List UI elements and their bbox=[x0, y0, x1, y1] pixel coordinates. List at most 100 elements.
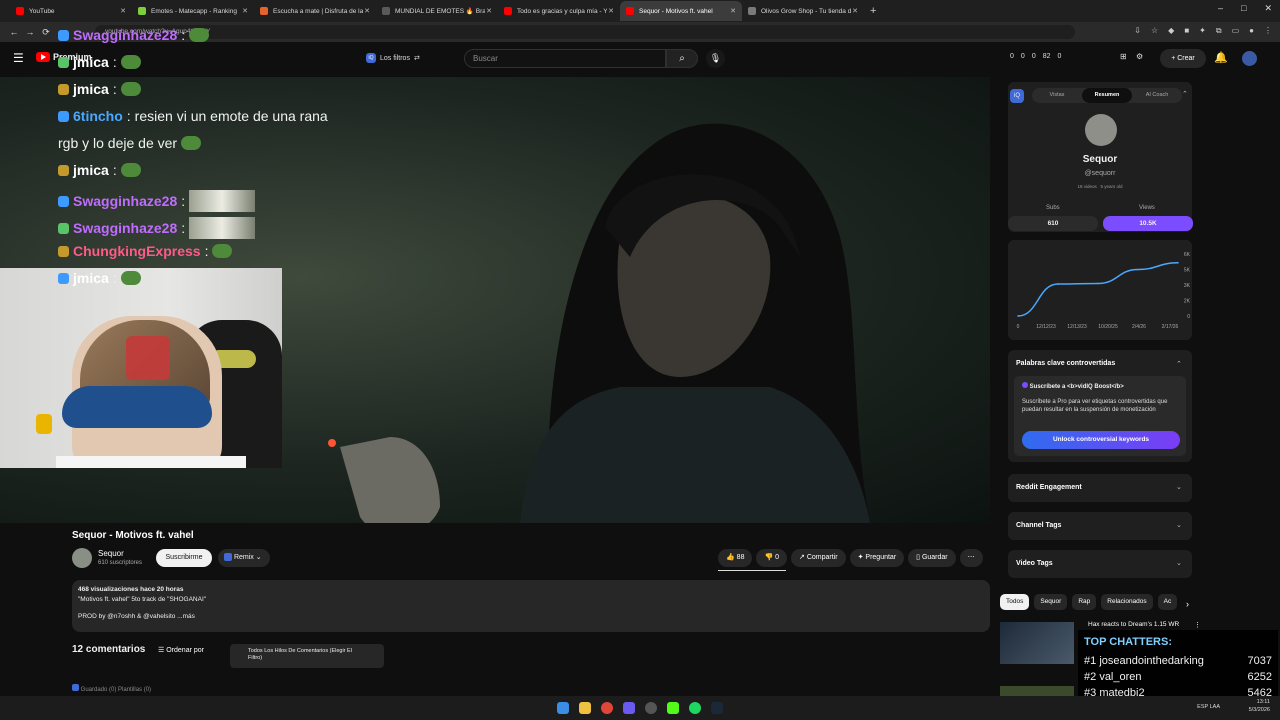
settings-icon[interactable]: ⚙ bbox=[1136, 52, 1143, 61]
puzzle-icon[interactable]: ⧉ bbox=[1216, 26, 1222, 36]
vidiq-stat: 0 bbox=[1010, 53, 1014, 60]
browser-tab[interactable]: Sequor - Motivos ft. vahel ✕ bbox=[620, 1, 742, 21]
chevron-up-icon[interactable]: ⌃ bbox=[1182, 90, 1188, 98]
chevron-right-icon[interactable]: › bbox=[1186, 599, 1189, 609]
saved-templates-label[interactable]: Guardado (0) Plantillas (0) bbox=[81, 687, 151, 693]
file-explorer-icon[interactable] bbox=[579, 702, 591, 714]
thumbs-up-icon: 👍 bbox=[726, 554, 737, 561]
extension-icon[interactable]: ⊞ bbox=[1120, 52, 1127, 61]
user-badge-icon bbox=[58, 245, 69, 257]
extension-icon[interactable]: ✦ bbox=[1199, 26, 1206, 36]
install-icon[interactable]: ⇩ bbox=[1134, 26, 1141, 36]
url-input[interactable]: youtube.com/watch?v=Agup4tiKCkY bbox=[95, 25, 1075, 39]
channel-name[interactable]: Sequor bbox=[98, 549, 124, 558]
chevron-up-icon[interactable]: ⌃ bbox=[1176, 360, 1182, 368]
create-button[interactable]: + Crear bbox=[1160, 49, 1206, 68]
unlock-keywords-button[interactable]: Unlock controversial keywords bbox=[1022, 431, 1180, 449]
tab-close-icon[interactable]: ✕ bbox=[730, 7, 736, 15]
tab-close-icon[interactable]: ✕ bbox=[608, 7, 614, 15]
hamburger-icon[interactable]: ☰ bbox=[13, 51, 24, 65]
account-avatar[interactable] bbox=[1242, 51, 1257, 66]
channel-tags-card[interactable]: Channel Tags ⌄ bbox=[1008, 512, 1192, 540]
more-actions-button[interactable]: ⋯ bbox=[959, 549, 983, 567]
video-description[interactable]: 468 visualizaciones hace 20 horas "Motiv… bbox=[72, 580, 990, 632]
bookmark-star-icon[interactable]: ☆ bbox=[1151, 26, 1158, 36]
next-video-thumbnail[interactable] bbox=[1000, 622, 1074, 664]
share-button[interactable]: ↗ Compartir bbox=[791, 549, 846, 567]
search-input[interactable]: Buscar bbox=[464, 49, 666, 68]
panel-tab-resumen[interactable]: Resumen bbox=[1082, 88, 1132, 103]
clock-time: 13:11 bbox=[1256, 699, 1270, 705]
extension-icon[interactable]: ■ bbox=[1184, 26, 1189, 36]
voice-search-button[interactable]: 🎙 bbox=[706, 49, 725, 68]
more-vert-icon[interactable]: ⋮ bbox=[1194, 621, 1201, 629]
filter-chip[interactable]: Todos bbox=[1000, 594, 1030, 610]
dislike-button[interactable]: 👎 0 bbox=[756, 549, 788, 567]
tab-close-icon[interactable]: ✕ bbox=[486, 7, 492, 15]
browser-tab[interactable]: Todo es gracias y culpa mía - Y ✕ bbox=[498, 1, 620, 21]
profile-icon[interactable]: ● bbox=[1249, 26, 1254, 36]
forward-icon[interactable]: → bbox=[22, 27, 38, 37]
tab-close-icon[interactable]: ✕ bbox=[364, 7, 370, 15]
discord-icon[interactable] bbox=[623, 702, 635, 714]
obs-icon[interactable] bbox=[645, 702, 657, 714]
like-button[interactable]: 👍 88 bbox=[718, 549, 753, 567]
extension-icon[interactable]: ◆ bbox=[1168, 26, 1174, 36]
browser-menu-icon[interactable]: ⋮ bbox=[1264, 26, 1272, 36]
tab-close-icon[interactable]: ✕ bbox=[242, 7, 248, 15]
browser-tab[interactable]: Escucha a mate | Disfruta de la ✕ bbox=[254, 1, 376, 21]
tab-title: MUNDIAL DE EMOTES 🔥 Bra bbox=[395, 8, 485, 15]
panel-channel-name: Sequor bbox=[1082, 154, 1118, 165]
chatter-rank: #1 bbox=[1084, 655, 1097, 667]
save-button[interactable]: ▯ Guardar bbox=[908, 549, 956, 567]
filter-chip[interactable]: Ac bbox=[1157, 594, 1178, 610]
notifications-bell-icon[interactable]: 🔔 bbox=[1214, 51, 1228, 64]
panel-tab-vistas[interactable]: Vistas bbox=[1032, 88, 1082, 103]
ask-button[interactable]: ✦ Preguntar bbox=[849, 549, 905, 567]
video-tags-card[interactable]: Video Tags ⌄ bbox=[1008, 550, 1192, 578]
browser-tab[interactable]: Olivos Grow Shop - Tu tienda d ✕ bbox=[742, 1, 864, 21]
windows-start-icon[interactable] bbox=[557, 702, 569, 714]
system-tray[interactable]: 13:11 5/3/2026 bbox=[1249, 699, 1270, 714]
next-video-thumbnail[interactable] bbox=[1000, 686, 1074, 696]
tab-close-icon[interactable]: ✕ bbox=[120, 7, 126, 15]
language-indicator[interactable]: ESP LAA bbox=[1197, 704, 1220, 710]
filter-chip[interactable]: Sequor bbox=[1034, 594, 1068, 610]
like-count: 88 bbox=[736, 554, 745, 561]
subscribe-button[interactable]: Suscribirme bbox=[156, 549, 212, 567]
sidebar-icon[interactable]: ▭ bbox=[1232, 26, 1240, 36]
maximize-button[interactable]: □ bbox=[1241, 3, 1246, 14]
filters-button[interactable]: iQ Los filtros ⇄ bbox=[362, 51, 424, 65]
views-line-chart: 6K 5K 3K 2K 0 0 12/12/23 12/13/23 10/20/25 2/4/26… bbox=[1017, 252, 1191, 330]
back-icon[interactable]: ← bbox=[6, 27, 22, 37]
kick-icon[interactable] bbox=[667, 702, 679, 714]
remix-button[interactable]: Remix ⌄ bbox=[218, 549, 270, 567]
tab-close-icon[interactable]: ✕ bbox=[852, 7, 858, 15]
sort-comments-button[interactable]: ☰ Ordenar por bbox=[158, 646, 204, 654]
tab-favicon-icon bbox=[138, 7, 146, 15]
browser-tab[interactable]: Emotes - Matecapp - Ranking ✕ bbox=[132, 1, 254, 21]
browser-tab[interactable]: MUNDIAL DE EMOTES 🔥 Bra ✕ bbox=[376, 1, 498, 21]
new-tab-button[interactable]: + bbox=[870, 5, 876, 17]
tab-title: Emotes - Matecapp - Ranking bbox=[151, 7, 237, 15]
filter-chip[interactable]: Rap bbox=[1072, 594, 1097, 610]
vidiq-stats[interactable]: 0 0 0 82 0 bbox=[1010, 53, 1061, 60]
panel-tab-ai-coach[interactable]: AI Coach bbox=[1132, 88, 1182, 103]
steam-icon[interactable] bbox=[711, 702, 723, 714]
next-video-title[interactable]: Hax reacts to Dream's 1.15 WR bbox=[1088, 621, 1179, 628]
channel-avatar[interactable] bbox=[72, 548, 92, 568]
reload-icon[interactable]: ⟳ bbox=[38, 27, 54, 38]
chat-line: jmica: bbox=[58, 163, 141, 177]
comment-thread-filter[interactable]: Todos Los Hilos De Comentarios (Elegir E… bbox=[230, 644, 384, 668]
reddit-engagement-card[interactable]: Reddit Engagement ⌄ bbox=[1008, 474, 1192, 502]
filter-chip[interactable]: Relacionados bbox=[1101, 594, 1153, 610]
browser-tab[interactable]: YouTube ✕ bbox=[10, 1, 132, 21]
search-button[interactable]: ⌕ bbox=[666, 49, 698, 68]
spotify-icon[interactable] bbox=[689, 702, 701, 714]
chrome-icon[interactable] bbox=[601, 702, 613, 714]
views-series-line bbox=[1017, 262, 1179, 317]
close-window-button[interactable]: ✕ bbox=[1264, 3, 1272, 14]
minimize-button[interactable]: – bbox=[1218, 3, 1223, 14]
panel-channel-meta: 18 videos 5 years old bbox=[1008, 184, 1192, 189]
emote-icon bbox=[181, 136, 202, 150]
